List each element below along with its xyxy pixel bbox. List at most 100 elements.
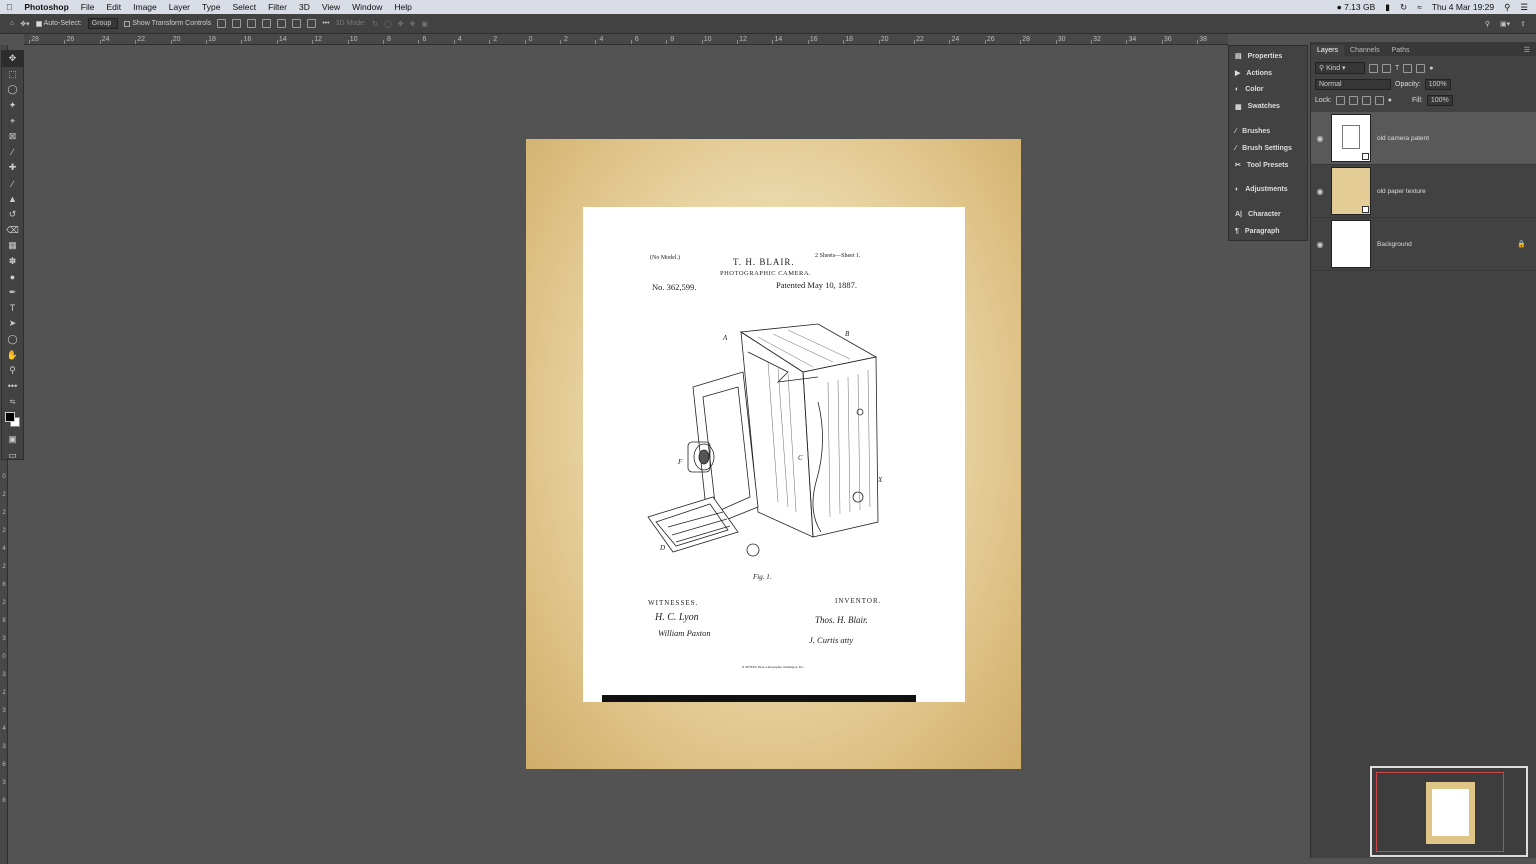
menu-image[interactable]: Image [127,2,163,12]
horizontal-ruler[interactable]: 28 26 24 22 20 18 16 14 12 10 8 6 4 2 0 2 4 6 8 10 12 14 16 18 2… [24,34,1228,45]
layer-name[interactable]: Background [1377,241,1412,248]
ellipse-tool-icon[interactable]: ◯ [2,332,23,348]
panel-character[interactable]: A| Character [1229,206,1307,223]
history-brush-tool-icon[interactable]: ↺ [2,207,23,223]
distribute-icon[interactable] [307,19,317,28]
align-top-icon[interactable] [262,19,272,28]
home-icon[interactable]: ⌂ [10,20,14,27]
menu-view[interactable]: View [316,2,346,12]
tab-paths[interactable]: Paths [1386,45,1416,56]
visibility-eye-icon[interactable]: ◉ [1311,134,1329,143]
layer-row-old-paper-texture[interactable]: ◉ old paper texture [1311,165,1536,218]
visibility-eye-icon[interactable]: ◉ [1311,187,1329,196]
filter-shape-icon[interactable] [1403,63,1413,73]
blur-tool-icon[interactable]: ✽ [2,254,23,270]
apple-icon[interactable]:  [0,2,18,12]
layer-row-background[interactable]: ◉ Background 🔒 [1311,218,1536,271]
panel-actions[interactable]: ▶ Actions [1229,65,1307,82]
lock-icon[interactable]: 🔒 [1517,240,1526,248]
align-right-icon[interactable] [247,19,257,28]
filter-toggle-icon[interactable]: ● [1429,65,1433,72]
layer-name[interactable]: old camera patent [1377,135,1429,142]
panel-color[interactable]: ◐ Color [1229,82,1307,99]
menu-edit[interactable]: Edit [100,2,127,12]
align-left-icon[interactable] [217,19,227,28]
frame-tool-icon[interactable]: ⊠ [2,129,23,145]
3d-slide-icon[interactable]: ✥ [410,20,416,28]
visibility-eye-icon[interactable]: ◉ [1311,240,1329,249]
blend-mode-dropdown[interactable]: Normal [1315,78,1391,90]
align-middle-icon[interactable] [277,19,287,28]
hand-tool-icon[interactable]: ✋ [2,347,23,363]
color-swatches[interactable] [2,410,23,432]
panel-adjustments[interactable]: ◐ Adjustments [1229,182,1307,199]
layer-name[interactable]: old paper texture [1377,188,1426,195]
filter-pixel-icon[interactable] [1369,63,1378,73]
tab-layers[interactable]: Layers [1311,45,1345,56]
auto-select-mode-dropdown[interactable]: Group [87,18,119,29]
spotlight-search-icon[interactable]: ⚲ [1504,2,1510,13]
healing-brush-tool-icon[interactable]: ✚ [2,160,23,176]
zoom-tool-icon[interactable]: ⚲ [2,363,23,379]
lock-position-icon[interactable] [1361,95,1371,105]
memory-indicator[interactable]: ● 7.13 GB [1337,2,1376,12]
show-transform-controls-checkbox[interactable]: Show Transform Controls [124,20,211,27]
panel-swatches[interactable]: ▦ Swatches [1229,98,1307,115]
filter-adjustment-icon[interactable] [1382,63,1391,73]
3d-orbit-icon[interactable]: ↻ [372,20,378,28]
menu-window[interactable]: Window [346,2,388,12]
swap-colors-icon[interactable]: ⇆ [2,394,23,410]
gradient-tool-icon[interactable]: ▦ [2,238,23,254]
eraser-tool-icon[interactable]: ⌫ [2,223,23,239]
menu-type[interactable]: Type [196,2,226,12]
lock-image-icon[interactable] [1348,95,1358,105]
lock-all-icon[interactable]: ● [1388,97,1392,104]
document-canvas[interactable]: (No Model.) 2 Sheets—Sheet 1. T. H. BLAI… [526,139,1021,769]
clone-stamp-tool-icon[interactable]: ▲ [2,191,23,207]
auto-select-checkbox[interactable]: Auto-Select: [35,20,82,27]
panel-paragraph[interactable]: ¶ Paragraph [1229,223,1307,240]
pen-tool-icon[interactable]: ✒ [2,285,23,301]
menu-layer[interactable]: Layer [163,2,196,12]
fill-input[interactable]: 100% [1426,94,1453,106]
panel-tool-presets[interactable]: ✂ Tool Presets [1229,157,1307,174]
lasso-tool-icon[interactable]: ◯ [2,82,23,98]
workspace-icon[interactable]: ▣▾ [1500,20,1510,28]
screen-mode-icon[interactable]: ▭ [2,447,23,463]
quick-mask-icon[interactable]: ▣ [2,432,23,448]
opacity-input[interactable]: 100% [1424,78,1451,90]
lock-artboard-icon[interactable] [1374,95,1384,105]
wifi-icon[interactable]: ≈ [1417,2,1422,12]
layer-row-old-camera-patent[interactable]: ◉ old camera patent [1311,112,1536,165]
menu-help[interactable]: Help [388,2,417,12]
time-machine-icon[interactable]: ↻ [1400,2,1407,13]
panel-properties[interactable]: ▤ Properties [1229,48,1307,65]
eyedropper-tool-icon[interactable]: ∕ [2,145,23,161]
crop-tool-icon[interactable]: ⌖ [2,113,23,129]
menu-file[interactable]: File [75,2,101,12]
type-tool-icon[interactable]: T [2,301,23,317]
app-menu[interactable]: Photoshop [18,2,74,12]
tab-channels[interactable]: Channels [1344,45,1386,56]
share-icon[interactable]: ⇧ [1520,20,1526,28]
menu-filter[interactable]: Filter [262,2,293,12]
clock[interactable]: Thu 4 Mar 19:29 [1432,2,1494,12]
edit-toolbar-icon[interactable]: ••• [2,378,23,394]
filter-smart-object-icon[interactable] [1416,63,1426,73]
search-icon[interactable]: ⚲ [1485,20,1490,28]
marquee-tool-icon[interactable]: ⬚ [2,67,23,83]
align-center-icon[interactable] [232,19,242,28]
filter-kind-dropdown[interactable]: ⚲ Kind ▾ [1315,62,1365,74]
move-tool-preset-icon[interactable]: ✥▾ [20,20,29,28]
more-options-icon[interactable]: ••• [322,20,329,27]
magic-wand-tool-icon[interactable]: ✦ [2,98,23,114]
navigator-panel[interactable] [1370,766,1528,857]
lock-transparent-icon[interactable] [1335,95,1345,105]
brush-tool-icon[interactable]: ∕ [2,176,23,192]
dodge-tool-icon[interactable]: ● [2,269,23,285]
3d-camera-icon[interactable]: ▣ [421,20,428,28]
control-center-icon[interactable]: ☰ [1520,2,1528,13]
3d-drag-icon[interactable]: ✥ [398,20,404,28]
filter-type-icon[interactable]: T [1395,65,1399,72]
battery-icon[interactable]: ▮ [1385,2,1390,13]
